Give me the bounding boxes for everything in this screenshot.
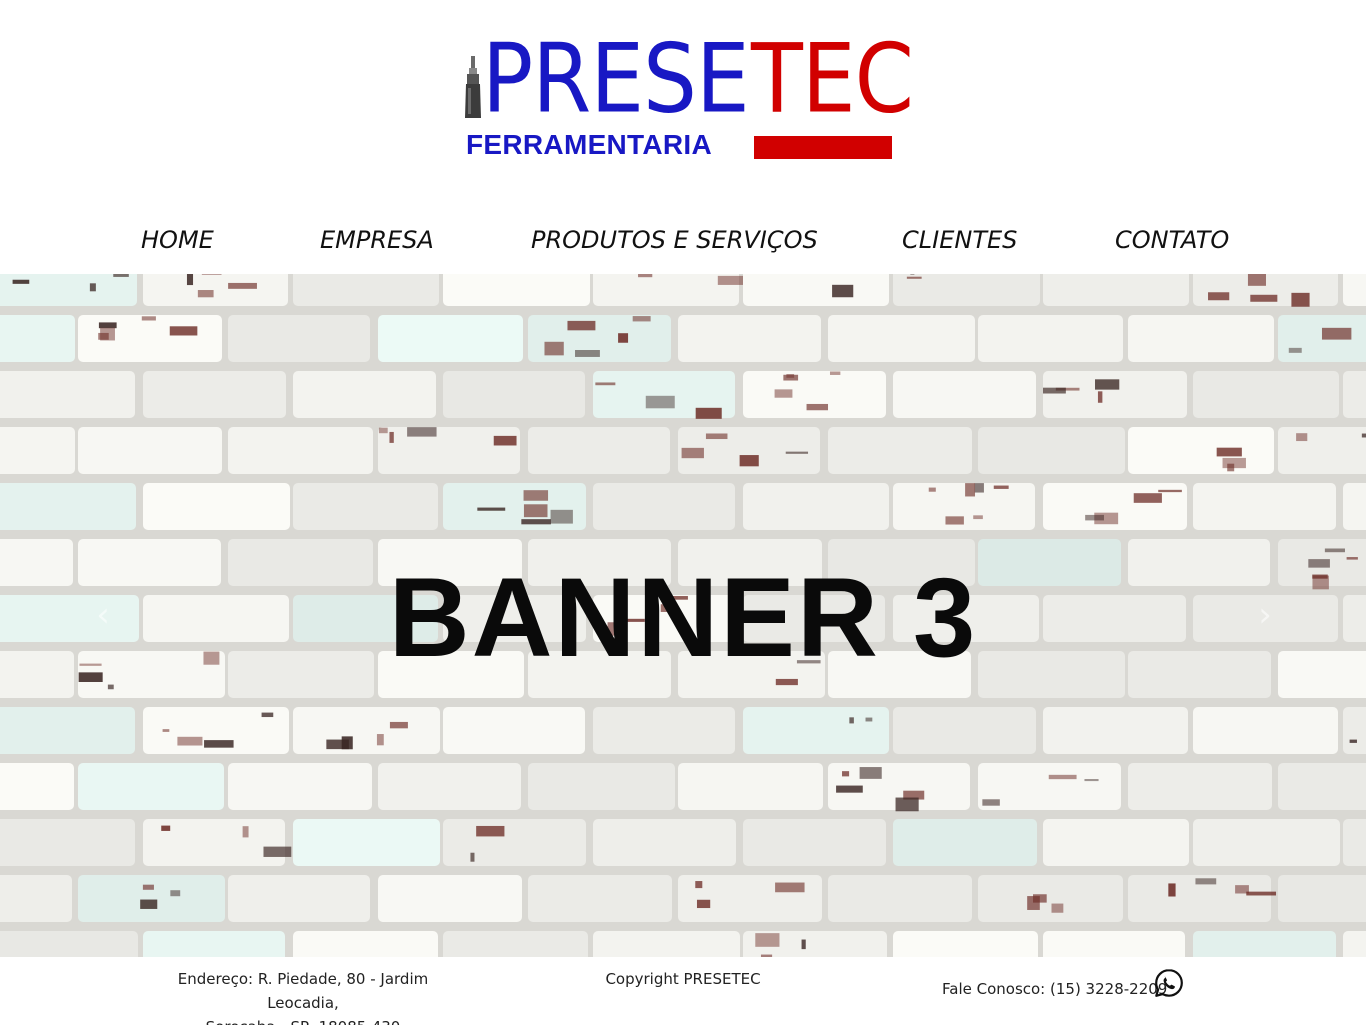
address-line-2: Sorocaba - SP, 18085-430 — [140, 1015, 466, 1025]
chevron-left-icon[interactable]: ‹ — [88, 590, 118, 640]
nav-item-produtos-servicos[interactable]: PRODUTOS E SERVIÇOS — [531, 222, 818, 258]
logo-red-bar — [754, 136, 892, 159]
tool-holder-icon — [465, 56, 481, 118]
logo-word-prese: PRESE — [482, 24, 750, 136]
nav-item-empresa[interactable]: EMPRESA — [320, 222, 434, 258]
page: PRESE TEC FERRAMENTARIA HOME EMPRESA PRO… — [0, 0, 1366, 1025]
whatsapp-icon[interactable] — [1154, 968, 1184, 998]
logo-subtitle: FERRAMENTARIA — [466, 129, 713, 160]
address-line-1: Endereço: R. Piedade, 80 - Jardim Leocad… — [177, 970, 429, 1012]
logo-word-tec: TEC — [751, 24, 914, 136]
footer-contact[interactable]: Fale Conosco: (15) 3228-2209 — [942, 977, 1167, 1001]
nav-item-contato[interactable]: CONTATO — [1115, 222, 1229, 258]
site-logo[interactable]: PRESE TEC FERRAMENTARIA — [462, 32, 914, 163]
nav-item-home[interactable]: HOME — [141, 222, 214, 258]
footer: Endereço: R. Piedade, 80 - Jardim Leocad… — [0, 957, 1366, 1025]
banner-title: BANNER 3 — [388, 555, 978, 680]
main-nav: HOME EMPRESA PRODUTOS E SERVIÇOS CLIENTE… — [0, 222, 1366, 258]
footer-address: Endereço: R. Piedade, 80 - Jardim Leocad… — [140, 967, 466, 1025]
nav-item-clientes[interactable]: CLIENTES — [902, 222, 1017, 258]
footer-copyright: Copyright PRESETEC — [605, 970, 761, 988]
chevron-right-icon[interactable]: › — [1250, 590, 1280, 640]
